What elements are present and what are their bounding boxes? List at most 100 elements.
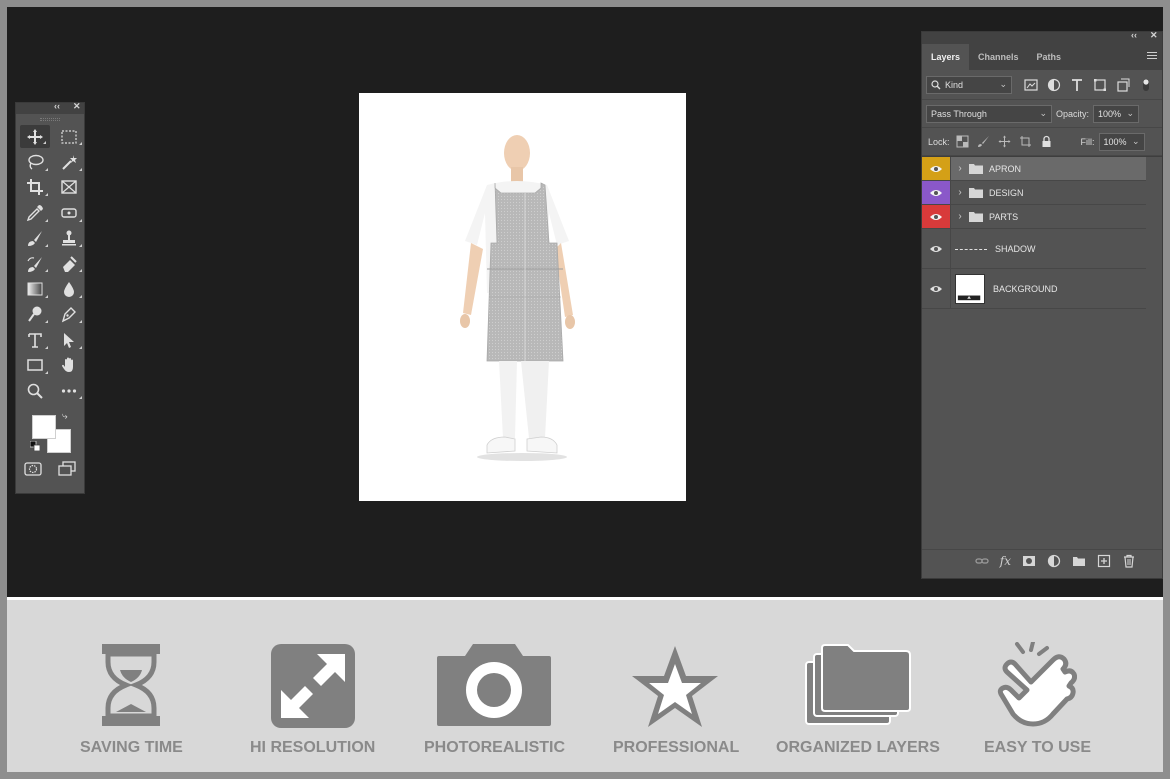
mannequin-apron-mockup bbox=[460, 135, 575, 461]
path-selection-tool-icon[interactable] bbox=[52, 327, 86, 352]
collapse-icon[interactable]: ‹‹ bbox=[1131, 30, 1137, 40]
close-icon[interactable]: ✕ bbox=[1150, 30, 1158, 41]
delete-layer-icon[interactable] bbox=[1122, 554, 1136, 568]
layer-thumbnail bbox=[955, 248, 987, 259]
camera-icon bbox=[437, 644, 551, 726]
marquee-tool-icon[interactable] bbox=[52, 124, 86, 149]
more-tools-icon[interactable] bbox=[52, 378, 86, 403]
tools-panel: ‹‹ ✕ ⤷ bbox=[15, 101, 86, 494]
new-group-icon[interactable] bbox=[1072, 554, 1086, 568]
adjustment-filter-icon[interactable] bbox=[1047, 78, 1061, 92]
type-tool-icon[interactable] bbox=[18, 327, 52, 352]
move-tool-icon[interactable] bbox=[20, 125, 50, 149]
filter-toggle-icon[interactable] bbox=[1139, 78, 1153, 92]
hand-tool-icon[interactable] bbox=[52, 353, 86, 378]
folder-icon bbox=[969, 188, 983, 198]
collapse-icon[interactable]: ‹‹ bbox=[54, 101, 60, 111]
folders-icon bbox=[805, 644, 911, 725]
eye-icon bbox=[930, 165, 942, 172]
visibility-toggle[interactable] bbox=[922, 157, 951, 180]
tab-layers[interactable]: Layers bbox=[922, 44, 970, 70]
type-filter-icon[interactable] bbox=[1070, 78, 1084, 92]
feature-label: PROFESSIONAL bbox=[613, 739, 740, 756]
layer-name: BACKGROUND bbox=[993, 283, 1058, 294]
crop-tool-icon[interactable] bbox=[18, 175, 52, 200]
close-icon[interactable]: ✕ bbox=[73, 101, 81, 112]
foreground-color-swatch[interactable] bbox=[32, 415, 56, 440]
color-swatches: ⤷ bbox=[16, 407, 84, 454]
lasso-tool-icon[interactable] bbox=[18, 149, 52, 174]
add-mask-icon[interactable] bbox=[1022, 554, 1036, 568]
eyedropper-tool-icon[interactable] bbox=[18, 200, 52, 225]
lock-artboard-icon[interactable] bbox=[1019, 135, 1032, 148]
layer-row-parts[interactable]: › PARTS bbox=[922, 205, 1146, 229]
dodge-tool-icon[interactable] bbox=[18, 302, 52, 327]
feature-label: HI RESOLUTION bbox=[250, 739, 376, 756]
document-canvas[interactable] bbox=[359, 93, 686, 501]
quick-mask-icon[interactable] bbox=[24, 461, 42, 477]
expand-icon bbox=[271, 644, 355, 728]
eye-icon bbox=[930, 285, 942, 292]
pixel-filter-icon[interactable] bbox=[1024, 78, 1038, 92]
stamp-tool-icon[interactable] bbox=[52, 226, 86, 251]
smart-object-filter-icon[interactable] bbox=[1116, 78, 1130, 92]
opacity-value: 100% bbox=[1098, 108, 1122, 119]
blend-mode-select[interactable]: Pass Through ⌄ bbox=[926, 104, 1052, 123]
shape-filter-icon[interactable] bbox=[1093, 78, 1107, 92]
new-layer-icon[interactable] bbox=[1097, 554, 1111, 568]
zoom-tool-icon[interactable] bbox=[18, 378, 52, 403]
layer-thumbnail bbox=[955, 273, 985, 304]
opacity-input[interactable]: 100% ⌄ bbox=[1093, 104, 1140, 123]
visibility-toggle[interactable] bbox=[922, 269, 951, 308]
panel-menu-icon[interactable] bbox=[1147, 52, 1157, 61]
spot-healing-tool-icon[interactable] bbox=[52, 200, 86, 225]
fill-input[interactable]: 100% ⌄ bbox=[1098, 132, 1145, 151]
link-layers-icon[interactable] bbox=[975, 554, 989, 568]
lock-pixels-icon[interactable] bbox=[977, 135, 990, 148]
eraser-tool-icon[interactable] bbox=[52, 251, 86, 276]
screen-mode-icon[interactable] bbox=[58, 461, 76, 477]
layer-row-design[interactable]: › DESIGN bbox=[922, 181, 1146, 205]
visibility-toggle[interactable] bbox=[922, 229, 951, 268]
magic-wand-tool-icon[interactable] bbox=[52, 149, 86, 174]
default-colors-icon[interactable] bbox=[30, 441, 40, 452]
blur-tool-icon[interactable] bbox=[52, 276, 86, 301]
chevron-right-icon[interactable]: › bbox=[955, 187, 965, 198]
fx-icon[interactable]: fx bbox=[1000, 554, 1011, 568]
star-icon bbox=[632, 646, 718, 727]
hourglass-icon bbox=[102, 644, 160, 726]
layer-row-apron[interactable]: › APRON bbox=[922, 157, 1146, 181]
frame-tool-icon[interactable] bbox=[52, 175, 86, 200]
pen-tool-icon[interactable] bbox=[52, 302, 86, 327]
layer-row-shadow[interactable]: SHADOW bbox=[922, 229, 1146, 269]
panel-grip[interactable] bbox=[16, 114, 84, 124]
visibility-toggle[interactable] bbox=[922, 181, 951, 204]
rectangle-tool-icon[interactable] bbox=[18, 353, 52, 378]
gradient-tool-icon[interactable] bbox=[18, 276, 52, 301]
search-icon bbox=[931, 79, 941, 89]
lock-transparent-icon[interactable] bbox=[956, 135, 969, 148]
tab-paths[interactable]: Paths bbox=[1028, 44, 1071, 70]
filter-kind-label: Kind bbox=[945, 79, 964, 90]
eye-icon bbox=[930, 213, 942, 220]
adjustment-layer-icon[interactable] bbox=[1047, 554, 1061, 568]
hand-tap-icon bbox=[997, 642, 1077, 727]
layer-name: SHADOW bbox=[995, 243, 1036, 254]
layer-filter-select[interactable]: Kind ⌄ bbox=[926, 75, 1012, 94]
lock-position-icon[interactable] bbox=[998, 135, 1011, 148]
tools-panel-header[interactable]: ‹‹ ✕ bbox=[16, 101, 84, 114]
layer-row-background[interactable]: BACKGROUND bbox=[922, 269, 1146, 309]
lock-all-icon[interactable] bbox=[1040, 135, 1053, 148]
opacity-label: Opacity: bbox=[1056, 108, 1090, 119]
history-brush-tool-icon[interactable] bbox=[18, 251, 52, 276]
chevron-right-icon[interactable]: › bbox=[955, 163, 965, 174]
layers-panel-footer: fx bbox=[922, 549, 1162, 571]
brush-tool-icon[interactable] bbox=[18, 226, 52, 251]
chevron-right-icon[interactable]: › bbox=[955, 211, 965, 222]
layers-panel-header[interactable]: ‹‹ ✕ bbox=[922, 30, 1162, 44]
swap-colors-icon[interactable]: ⤷ bbox=[62, 411, 68, 422]
layer-name: APRON bbox=[989, 163, 1022, 174]
eye-icon bbox=[930, 189, 942, 196]
visibility-toggle[interactable] bbox=[922, 205, 951, 228]
tab-channels[interactable]: Channels bbox=[969, 44, 1028, 70]
